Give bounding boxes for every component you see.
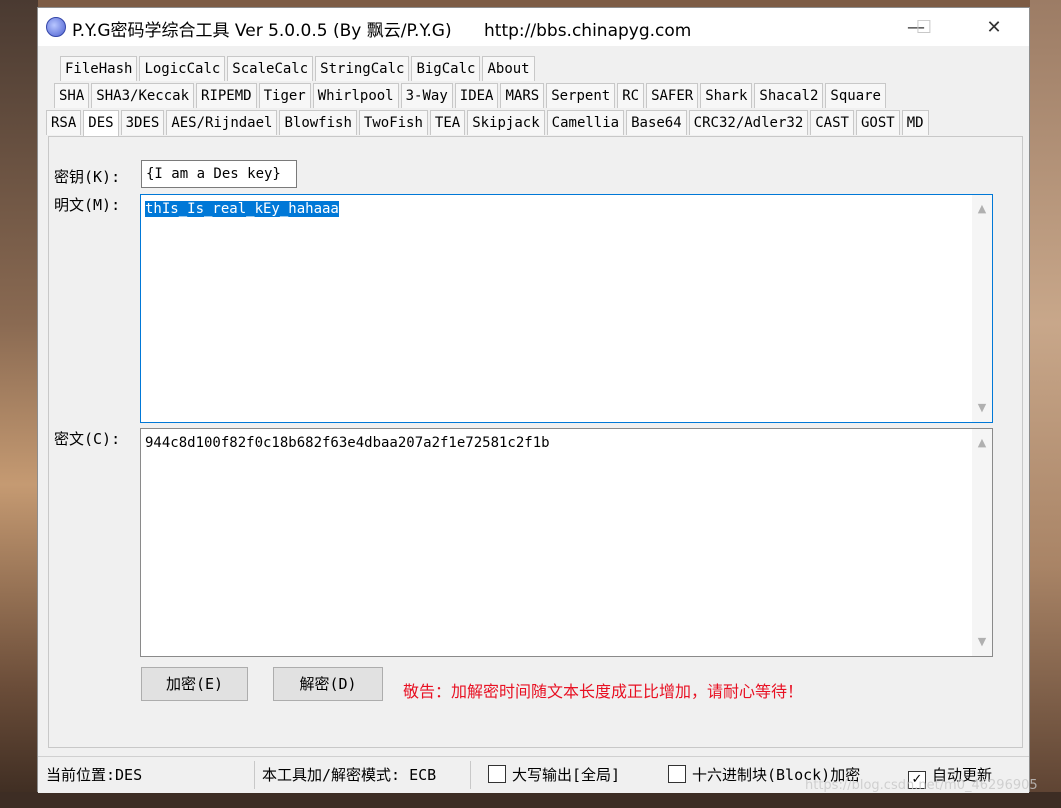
ciphertext-value: 944c8d100f82f0c18b682f63e4dbaa207a2f1e72… [145, 435, 550, 451]
scroll-up-icon[interactable]: ▲ [972, 433, 992, 453]
tab-camellia[interactable]: Camellia [546, 110, 625, 135]
scroll-down-icon[interactable]: ▼ [972, 632, 992, 652]
tab-rc[interactable]: RC [617, 83, 645, 108]
status-divider [254, 761, 255, 789]
key-input[interactable]: {I am a Des key} [141, 160, 297, 188]
tab-cast[interactable]: CAST [810, 110, 854, 135]
tab-3des[interactable]: 3DES [120, 110, 165, 135]
tab-shacal2[interactable]: Shacal2 [754, 83, 824, 108]
tab-skipjack[interactable]: Skipjack [467, 110, 545, 135]
plaintext-label: 明文(M): [54, 196, 121, 214]
tab-blowfish[interactable]: Blowfish [279, 110, 357, 135]
tab-des[interactable]: DES [83, 110, 119, 137]
tab-sha3-keccak[interactable]: SHA3/Keccak [91, 83, 195, 108]
tab-base64[interactable]: Base64 [626, 110, 687, 135]
desktop-background-bottom [0, 792, 1061, 808]
close-button[interactable]: ✕ [971, 8, 1017, 46]
encrypt-button[interactable]: 加密(E) [141, 667, 248, 701]
tab-mars[interactable]: MARS [500, 83, 545, 108]
tab-about[interactable]: About [482, 56, 535, 81]
tab-tiger[interactable]: Tiger [258, 83, 311, 108]
plaintext-value: thIs_Is_real_kEy_hahaaa [145, 201, 339, 217]
tab-bigcalc[interactable]: BigCalc [411, 56, 481, 81]
tab-stringcalc[interactable]: StringCalc [315, 56, 410, 81]
ciphertext-textarea[interactable]: 944c8d100f82f0c18b682f63e4dbaa207a2f1e72… [140, 428, 993, 657]
tab-row-1: FileHash LogicCalc ScaleCalc StringCalc BigC… [60, 56, 537, 82]
ciphertext-label: 密文(C): [54, 430, 121, 448]
scroll-up-icon[interactable]: ▲ [972, 199, 992, 219]
tab-3-way[interactable]: 3-Way [400, 83, 453, 108]
warning-text: 敬告：加解密时间随文本长度成正比增加，请耐心等待！ [403, 682, 804, 701]
ciphertext-scrollbar[interactable]: ▲ ▼ [972, 429, 992, 656]
watermark: https://blog.csdn.net/m0_46296905 [805, 778, 1038, 793]
tab-logiccalc[interactable]: LogicCalc [139, 56, 226, 81]
desktop-background-left [0, 0, 38, 808]
tab-aes-rijndael[interactable]: AES/Rijndael [166, 110, 278, 135]
key-label: 密钥(K): [54, 168, 121, 186]
hexblock-checkbox-box[interactable] [668, 765, 686, 783]
plaintext-scrollbar[interactable]: ▲ ▼ [972, 195, 992, 422]
tab-row-3: RSA DES 3DES AES/Rijndael Blowfish TwoFish TEA… [46, 110, 931, 137]
maximize-button[interactable]: ☐ [901, 8, 947, 46]
decrypt-button[interactable]: 解密(D) [273, 667, 383, 701]
tab-whirlpool[interactable]: Whirlpool [312, 83, 399, 108]
app-icon [46, 17, 66, 37]
uppercase-label: 大写输出[全局] [512, 766, 621, 784]
tab-idea[interactable]: IDEA [454, 83, 499, 108]
status-position: 当前位置:DES [46, 766, 143, 784]
uppercase-checkbox[interactable]: 大写输出[全局] [488, 757, 620, 793]
tab-sha[interactable]: SHA [54, 83, 90, 108]
tab-gost[interactable]: GOST [855, 110, 900, 135]
status-divider [470, 761, 471, 789]
tab-tea[interactable]: TEA [429, 110, 466, 135]
tab-twofish[interactable]: TwoFish [358, 110, 428, 135]
status-mode: 本工具加/解密模式: ECB [262, 766, 437, 784]
tab-scalecalc[interactable]: ScaleCalc [227, 56, 314, 81]
window-title: P.Y.G密码学综合工具 Ver 5.0.0.5 (By 飘云/P.Y.G) h… [72, 21, 692, 41]
tab-ripemd[interactable]: RIPEMD [196, 83, 257, 108]
tab-rsa[interactable]: RSA [46, 110, 82, 135]
scroll-down-icon[interactable]: ▼ [972, 398, 992, 418]
app-window: P.Y.G密码学综合工具 Ver 5.0.0.5 (By 飘云/P.Y.G) h… [37, 7, 1030, 793]
tab-crc32-adler32[interactable]: CRC32/Adler32 [688, 110, 809, 135]
plaintext-textarea[interactable]: thIs_Is_real_kEy_hahaaa ▲ ▼ [140, 194, 993, 423]
tab-serpent[interactable]: Serpent [546, 83, 616, 108]
tab-safer[interactable]: SAFER [646, 83, 699, 108]
title-bar[interactable]: P.Y.G密码学综合工具 Ver 5.0.0.5 (By 飘云/P.Y.G) h… [38, 8, 1029, 46]
tab-square[interactable]: Square [825, 83, 886, 108]
tab-md[interactable]: MD [901, 110, 929, 135]
desktop-background-right [1030, 0, 1061, 808]
tab-filehash[interactable]: FileHash [60, 56, 138, 81]
tab-shark[interactable]: Shark [700, 83, 753, 108]
uppercase-checkbox-box[interactable] [488, 765, 506, 783]
tab-row-2: SHA SHA3/Keccak RIPEMD Tiger Whirlpool 3-Way I… [54, 83, 888, 109]
